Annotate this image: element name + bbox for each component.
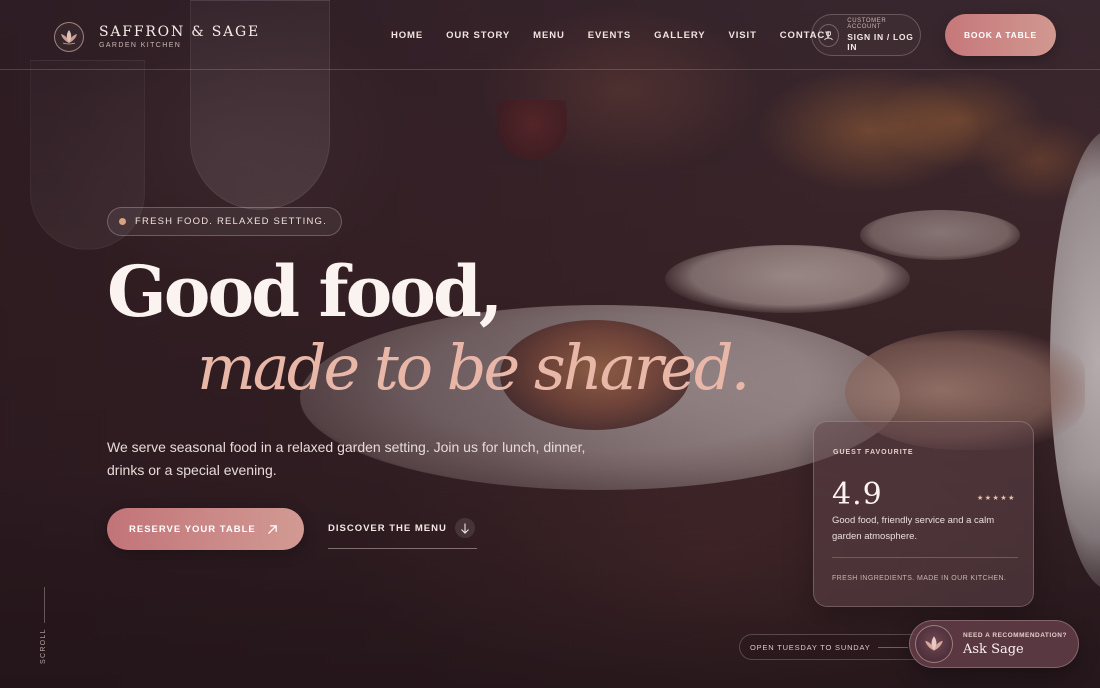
book-table-button[interactable]: BOOK A TABLE	[945, 14, 1056, 56]
ask-sage-button[interactable]: NEED A RECOMMENDATION? Ask Sage	[909, 620, 1079, 668]
nav-item-our-story[interactable]: OUR STORY	[446, 30, 510, 41]
arrow-up-right-icon	[264, 521, 280, 537]
nav-item-menu[interactable]: MENU	[533, 30, 565, 41]
hours-connector-line	[878, 647, 908, 648]
account-caption: CUSTOMER ACCOUNT	[847, 18, 887, 30]
nav-item-home[interactable]: HOME	[391, 30, 423, 41]
nav-item-visit[interactable]: VISIT	[729, 30, 757, 41]
scroll-indicator-label: SCROLL	[40, 628, 47, 664]
brand-subtitle: GARDEN KITCHEN	[99, 42, 182, 49]
reserve-table-label: RESERVE YOUR TABLE	[129, 523, 256, 535]
lotus-icon	[915, 625, 953, 663]
rating-score: 4.9	[832, 477, 883, 512]
brand-name: SAFFRON & SAGE	[99, 24, 261, 40]
user-icon	[818, 23, 840, 47]
account-button[interactable]: CUSTOMER ACCOUNT SIGN IN / LOG IN	[811, 14, 921, 56]
arrow-down-icon	[455, 518, 475, 538]
hero-badge: FRESH FOOD. RELAXED SETTING.	[107, 207, 342, 236]
opening-hours-pill: OPEN TUESDAY TO SUNDAY	[739, 634, 929, 660]
scroll-indicator-line	[44, 587, 45, 623]
reserve-table-button[interactable]: RESERVE YOUR TABLE	[107, 508, 304, 550]
opening-hours-text: OPEN TUESDAY TO SUNDAY	[750, 642, 871, 652]
rating-description: Good food, friendly service and a calm g…	[832, 515, 995, 542]
badge-text: FRESH FOOD. RELAXED SETTING.	[135, 216, 327, 227]
hero-description: We serve seasonal food in a relaxed gard…	[107, 439, 586, 478]
sign-in-link[interactable]: SIGN IN / LOG IN	[847, 32, 920, 52]
badge-dot	[119, 218, 126, 225]
rating-footer: FRESH INGREDIENTS. MADE IN OUR KITCHEN.	[832, 575, 1007, 582]
discover-menu-label: DISCOVER THE MENU	[328, 523, 447, 534]
site-header: SAFFRON & SAGE GARDEN KITCHEN HOME OUR S…	[0, 0, 1100, 70]
rating-card-eyebrow: GUEST FAVOURITE	[833, 449, 914, 456]
nav-item-events[interactable]: EVENTS	[588, 30, 631, 41]
nav-item-gallery[interactable]: GALLERY	[654, 30, 705, 41]
brand-logo[interactable]: SAFFRON & SAGE GARDEN KITCHEN	[54, 22, 260, 52]
lotus-icon	[54, 22, 84, 52]
main-nav: HOME OUR STORY MENU EVENTS GALLERY VISIT…	[391, 30, 855, 41]
guest-rating-card: GUEST FAVOURITE 4.9 ★★★★★ Good food, fri…	[813, 421, 1034, 607]
ask-sage-prompt: NEED A RECOMMENDATION?	[963, 631, 1067, 639]
rating-divider	[832, 557, 1018, 558]
hero-headline-accent: made to be shared.	[197, 331, 750, 404]
rating-stars: ★★★★★	[977, 495, 1016, 502]
ask-sage-label: Ask Sage	[963, 641, 1024, 657]
discover-menu-link[interactable]: DISCOVER THE MENU	[328, 516, 477, 549]
hero-headline: Good food,	[107, 250, 503, 333]
